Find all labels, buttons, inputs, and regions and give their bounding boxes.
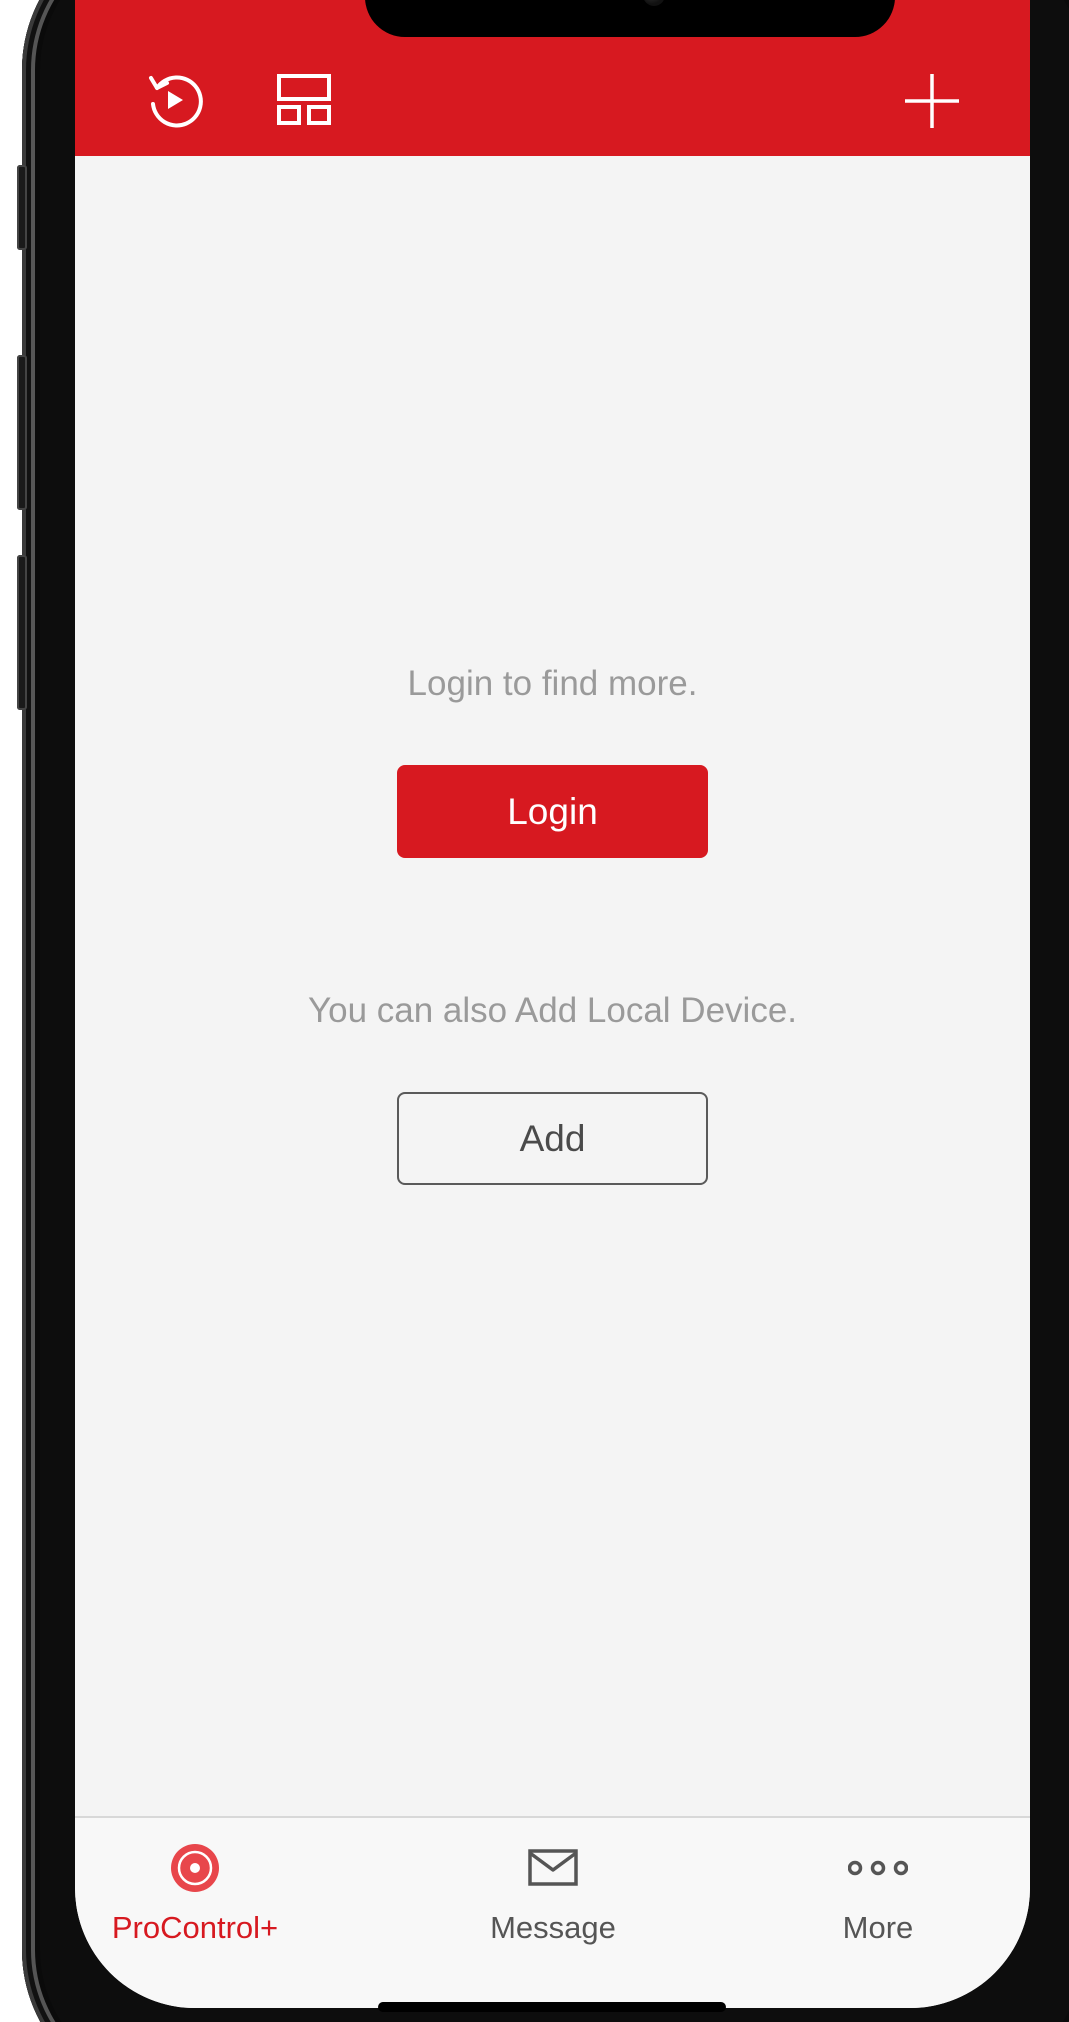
mute-switch (17, 165, 27, 250)
front-camera (643, 0, 665, 6)
more-dots-icon (847, 1842, 909, 1894)
tab-procontrol-label: ProControl+ (111, 1910, 279, 1945)
main-content: Login to find more. Login You can also A… (75, 156, 1030, 1816)
login-prompt: Login to find more. (407, 664, 698, 703)
playback-icon[interactable] (143, 70, 203, 130)
tab-more[interactable]: More (758, 1818, 998, 1958)
phone-screen: Login to find more. Login You can also A… (75, 0, 1030, 2008)
procontrol-icon (165, 1842, 225, 1894)
add-device-button[interactable]: Add (397, 1092, 708, 1185)
envelope-icon (523, 1842, 583, 1894)
volume-down-button (17, 555, 27, 710)
plus-icon[interactable] (902, 70, 962, 130)
notch (365, 0, 895, 37)
home-indicator (378, 2002, 726, 2012)
tab-message[interactable]: Message (433, 1818, 673, 1958)
tab-message-label: Message (490, 1910, 616, 1945)
app-screenshot: Login to find more. Login You can also A… (0, 0, 1069, 2022)
volume-up-button (17, 355, 27, 510)
layout-icon[interactable] (275, 70, 335, 130)
login-button[interactable]: Login (397, 765, 708, 858)
tab-more-label: More (842, 1910, 914, 1945)
local-device-prompt: You can also Add Local Device. (307, 991, 798, 1030)
tab-procontrol[interactable]: ProControl+ (75, 1818, 315, 1958)
bottom-tab-bar: ProControl+ Message More (75, 1816, 1030, 2008)
